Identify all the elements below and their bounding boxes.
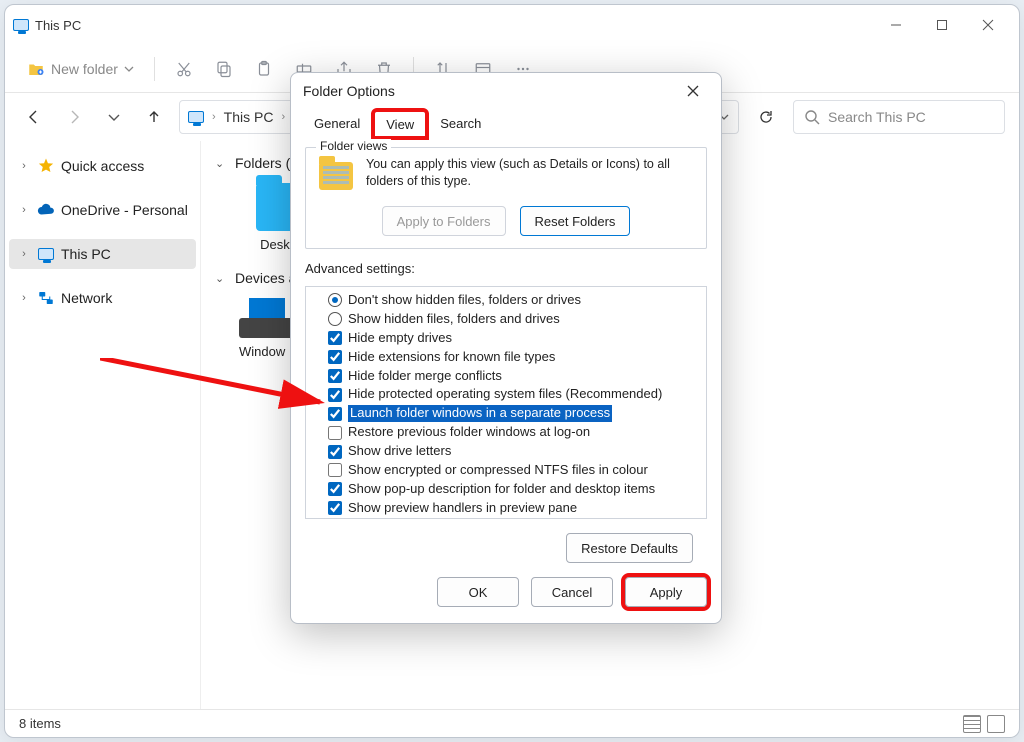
opt-hide-extensions[interactable]: Hide extensions for known file types bbox=[326, 348, 704, 367]
cloud-icon bbox=[37, 201, 55, 219]
opt-hide-merge-conflicts[interactable]: Hide folder merge conflicts bbox=[326, 367, 704, 386]
apply-to-folders-button: Apply to Folders bbox=[382, 206, 506, 236]
chevron-down-icon: ⌄ bbox=[215, 272, 229, 285]
star-icon bbox=[37, 157, 55, 175]
opt-show-popup-description[interactable]: Show pop-up description for folder and d… bbox=[326, 480, 704, 499]
network-icon bbox=[37, 289, 55, 307]
minimize-button[interactable] bbox=[873, 9, 919, 41]
apply-button[interactable]: Apply bbox=[625, 577, 707, 607]
maximize-button[interactable] bbox=[919, 9, 965, 41]
this-pc-icon bbox=[188, 111, 204, 123]
this-pc-icon bbox=[13, 19, 29, 31]
status-bar: 8 items bbox=[5, 709, 1019, 737]
sidebar-item-network[interactable]: › Network bbox=[9, 283, 196, 313]
close-button[interactable] bbox=[965, 9, 1011, 41]
sidebar-item-this-pc[interactable]: › This PC bbox=[9, 239, 196, 269]
new-folder-button[interactable]: New folder bbox=[19, 56, 142, 82]
dialog-titlebar: Folder Options bbox=[291, 73, 721, 109]
view-toggle[interactable] bbox=[963, 715, 1005, 733]
drive-icon bbox=[239, 298, 295, 338]
folder-views-text: You can apply this view (such as Details… bbox=[366, 156, 696, 196]
window-title: This PC bbox=[13, 18, 81, 33]
recent-button[interactable] bbox=[99, 102, 129, 132]
opt-restore-previous-windows[interactable]: Restore previous folder windows at log-o… bbox=[326, 423, 704, 442]
chevron-down-icon: ⌄ bbox=[215, 157, 229, 170]
chevron-right-icon: › bbox=[17, 292, 31, 304]
ok-button[interactable]: OK bbox=[437, 577, 519, 607]
up-button[interactable] bbox=[139, 102, 169, 132]
advanced-settings-box: Don't show hidden files, folders or driv… bbox=[305, 286, 707, 519]
group-label: Folders ( bbox=[235, 155, 290, 171]
chevron-right-icon: › bbox=[281, 111, 285, 123]
folder-options-dialog: Folder Options General View Search Folde… bbox=[290, 72, 722, 624]
dialog-title: Folder Options bbox=[303, 83, 395, 99]
sidebar-item-onedrive[interactable]: › OneDrive - Personal bbox=[9, 195, 196, 225]
chevron-down-icon bbox=[124, 64, 134, 74]
sidebar-item-label: This PC bbox=[61, 246, 111, 262]
dialog-footer: OK Cancel Apply bbox=[291, 571, 721, 623]
search-icon bbox=[804, 109, 820, 125]
refresh-button[interactable] bbox=[749, 100, 783, 134]
group-label: Devices a bbox=[235, 270, 296, 286]
folder-views-icon bbox=[316, 156, 356, 196]
breadcrumb-root[interactable]: This PC bbox=[224, 109, 274, 125]
drive-label: Window bbox=[239, 344, 285, 359]
search-box[interactable]: Search This PC bbox=[793, 100, 1005, 134]
details-view-icon[interactable] bbox=[963, 715, 981, 733]
dialog-tabs: General View Search bbox=[291, 109, 721, 137]
reset-folders-button[interactable]: Reset Folders bbox=[520, 206, 631, 236]
chevron-right-icon: › bbox=[17, 204, 31, 216]
chevron-right-icon: › bbox=[17, 160, 31, 172]
dialog-close-button[interactable] bbox=[677, 75, 709, 107]
chevron-right-icon: › bbox=[212, 111, 216, 123]
window-title-text: This PC bbox=[35, 18, 81, 33]
opt-show-preview-handlers[interactable]: Show preview handlers in preview pane bbox=[326, 499, 704, 518]
nav-sidebar: › Quick access › OneDrive - Personal › T… bbox=[5, 141, 201, 709]
sidebar-item-label: Quick access bbox=[61, 158, 144, 174]
folder-views-group: Folder views You can apply this view (su… bbox=[305, 147, 707, 249]
opt-hide-empty-drives[interactable]: Hide empty drives bbox=[326, 329, 704, 348]
restore-defaults-button[interactable]: Restore Defaults bbox=[566, 533, 693, 563]
sidebar-item-label: OneDrive - Personal bbox=[61, 202, 188, 218]
paste-button[interactable] bbox=[247, 52, 281, 86]
back-button[interactable] bbox=[19, 102, 49, 132]
opt-show-encrypted-colour[interactable]: Show encrypted or compressed NTFS files … bbox=[326, 461, 704, 480]
sidebar-item-quick-access[interactable]: › Quick access bbox=[9, 151, 196, 181]
copy-button[interactable] bbox=[207, 52, 241, 86]
forward-button[interactable] bbox=[59, 102, 89, 132]
this-pc-icon bbox=[37, 245, 55, 263]
titlebar: This PC bbox=[5, 5, 1019, 45]
opt-dont-show-hidden[interactable]: Don't show hidden files, folders or driv… bbox=[326, 291, 704, 310]
advanced-settings-list[interactable]: Don't show hidden files, folders or driv… bbox=[306, 287, 706, 518]
opt-launch-separate-process[interactable]: Launch folder windows in a separate proc… bbox=[326, 404, 704, 423]
search-placeholder: Search This PC bbox=[828, 109, 926, 125]
folder-views-label: Folder views bbox=[316, 139, 391, 153]
advanced-settings-label: Advanced settings: bbox=[305, 261, 707, 276]
tab-view[interactable]: View bbox=[373, 110, 427, 138]
cancel-button[interactable]: Cancel bbox=[531, 577, 613, 607]
cut-button[interactable] bbox=[167, 52, 201, 86]
opt-hide-protected-os-files[interactable]: Hide protected operating system files (R… bbox=[326, 385, 704, 404]
tiles-view-icon[interactable] bbox=[987, 715, 1005, 733]
tab-general[interactable]: General bbox=[301, 109, 373, 137]
item-count: 8 items bbox=[19, 716, 61, 731]
sidebar-item-label: Network bbox=[61, 290, 112, 306]
new-folder-label: New folder bbox=[51, 61, 118, 77]
opt-show-drive-letters[interactable]: Show drive letters bbox=[326, 442, 704, 461]
chevron-right-icon: › bbox=[17, 248, 31, 260]
tab-search[interactable]: Search bbox=[427, 109, 494, 137]
opt-show-hidden[interactable]: Show hidden files, folders and drives bbox=[326, 310, 704, 329]
